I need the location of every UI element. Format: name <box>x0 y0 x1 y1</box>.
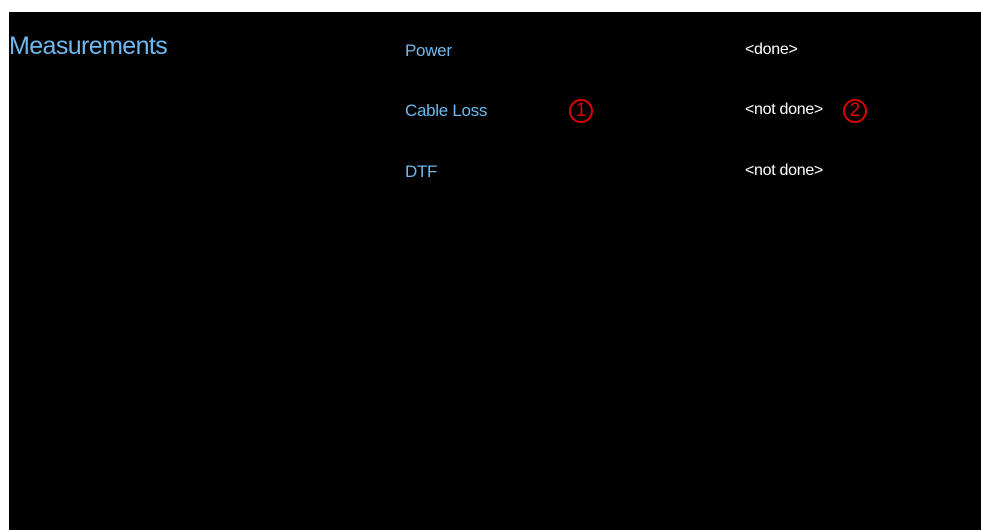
callout-marker-1: 1 <box>569 99 593 123</box>
screenshot-frame: Measurements Power <done> Cable Loss 1 <… <box>0 0 981 530</box>
measurement-power-label[interactable]: Power <box>405 41 452 61</box>
callout-marker-2: 2 <box>843 99 867 123</box>
measurement-cable-loss-label[interactable]: Cable Loss <box>405 101 487 121</box>
measurement-power-status[interactable]: <done> <box>745 41 798 59</box>
section-title: Measurements <box>9 32 168 60</box>
measurement-cable-loss-status[interactable]: <not done> <box>745 101 823 119</box>
measurement-dtf-label[interactable]: DTF <box>405 162 437 182</box>
measurement-dtf-status[interactable]: <not done> <box>745 162 823 180</box>
measurements-screen: Measurements Power <done> Cable Loss 1 <… <box>9 12 981 530</box>
